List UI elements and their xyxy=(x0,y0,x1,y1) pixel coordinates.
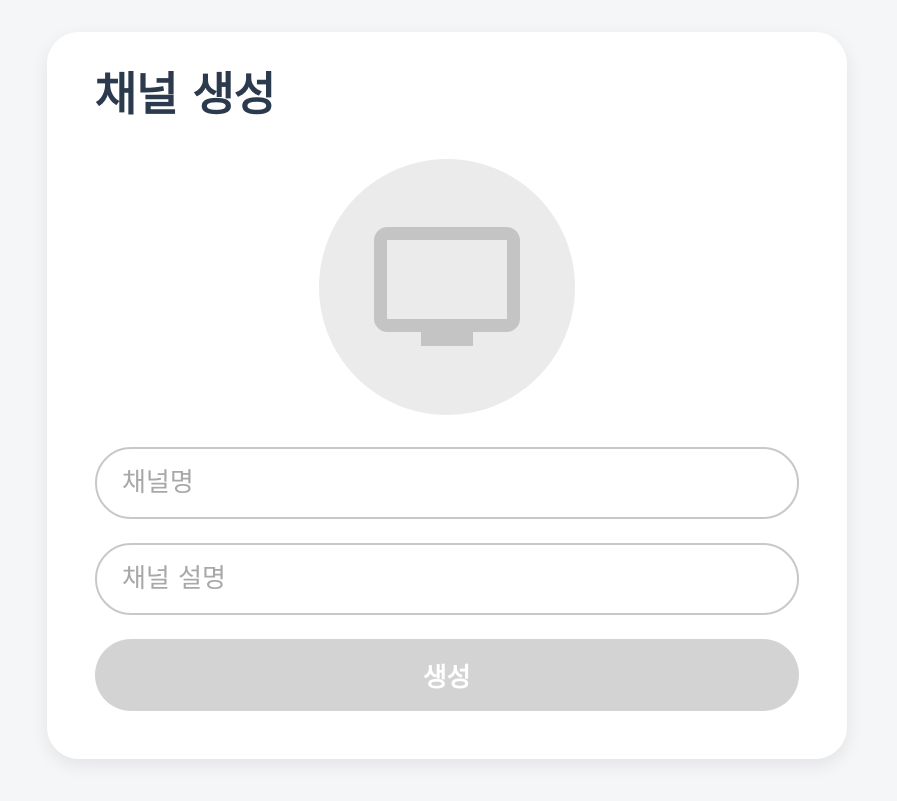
create-channel-card: 채널 생성 생성 xyxy=(47,32,847,759)
tv-icon xyxy=(374,227,520,346)
channel-thumbnail-upload[interactable] xyxy=(319,159,575,415)
channel-name-input[interactable] xyxy=(95,447,799,519)
channel-description-input[interactable] xyxy=(95,543,799,615)
page-title: 채널 생성 xyxy=(95,67,276,121)
create-button[interactable]: 생성 xyxy=(95,639,799,711)
